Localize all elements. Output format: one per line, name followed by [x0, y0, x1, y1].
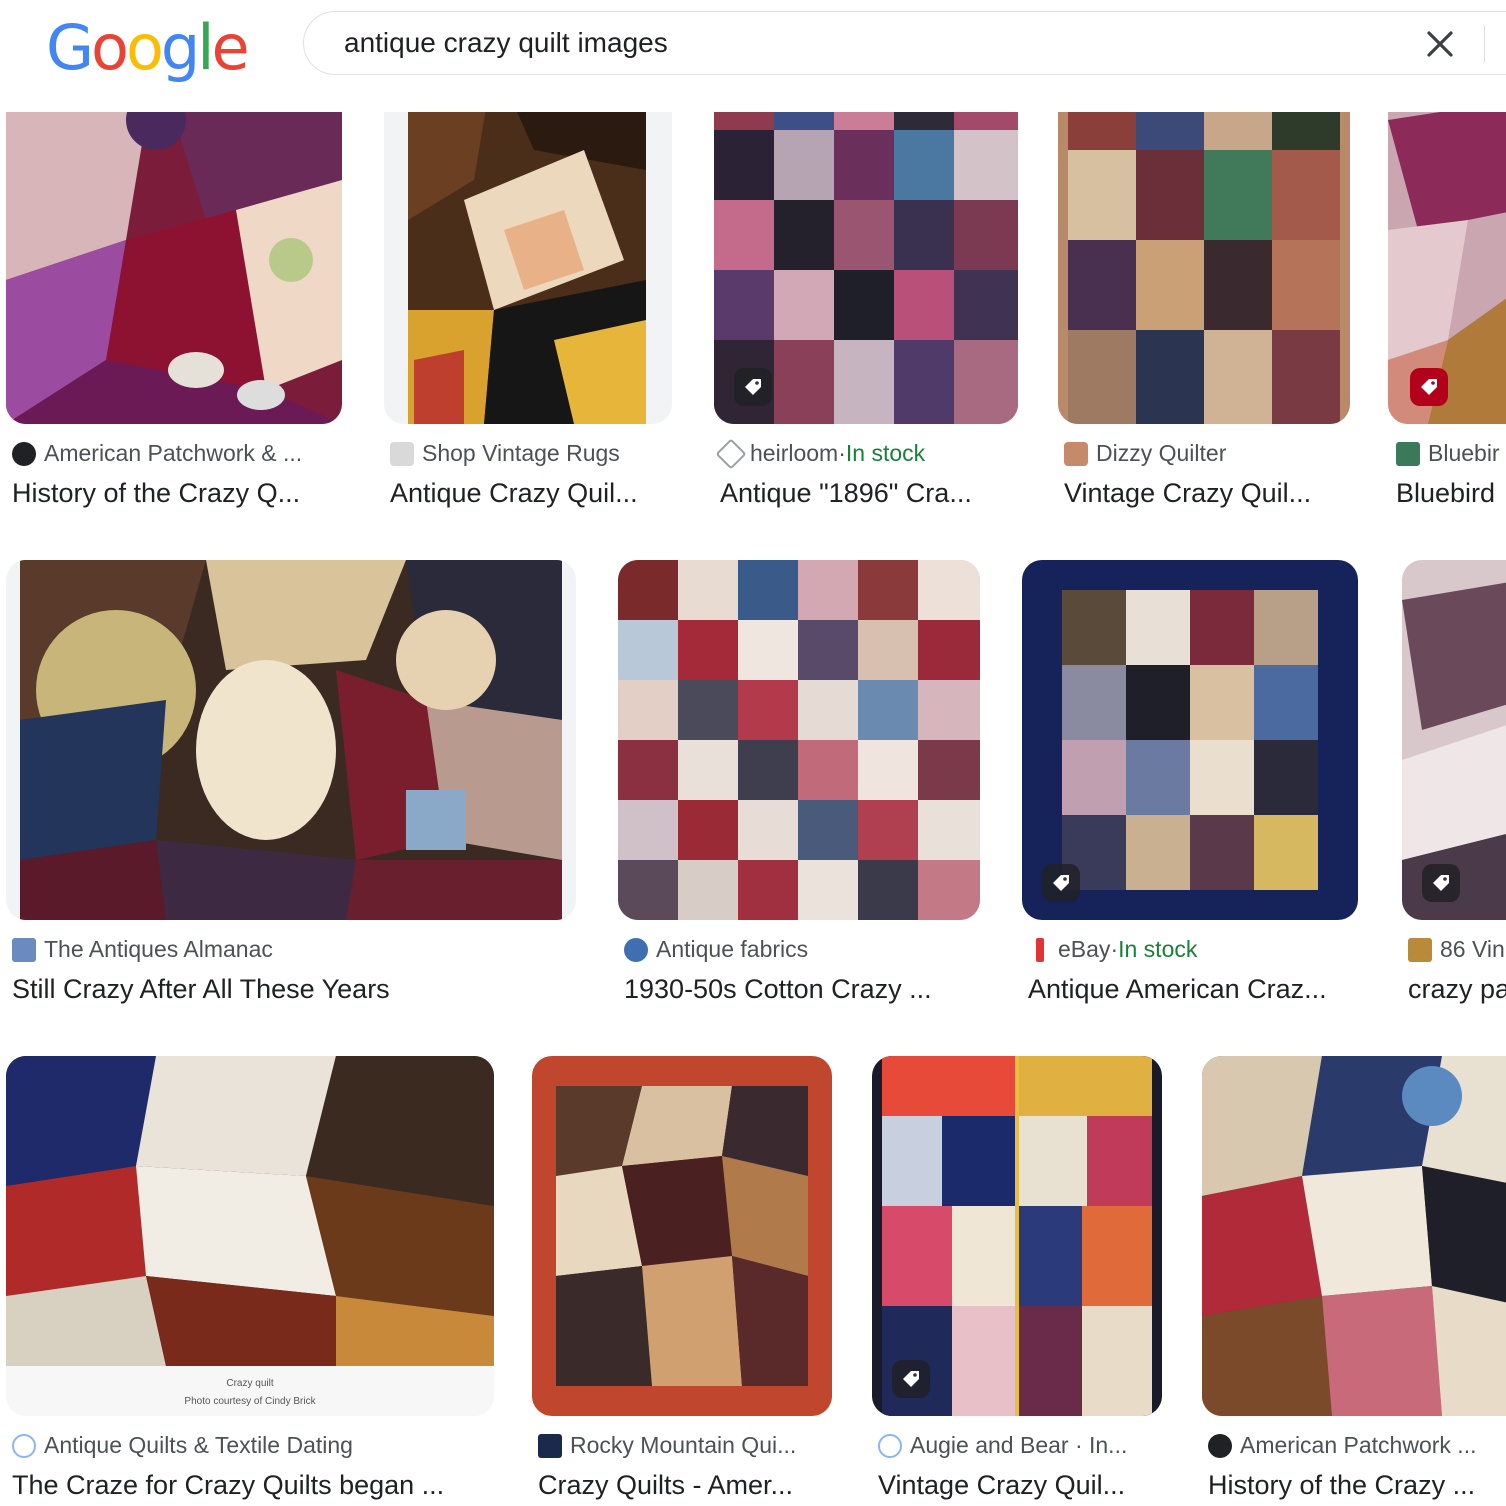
result-source[interactable]: American Patchwork ...	[1208, 1432, 1476, 1459]
favicon-icon	[12, 1433, 36, 1458]
result-title[interactable]: History of the Crazy Q...	[12, 478, 300, 509]
result-source[interactable]: Shop Vintage Rugs	[390, 440, 620, 467]
image-result[interactable]: The Antiques Almanac Still Crazy After A…	[6, 560, 578, 1020]
favicon-icon	[538, 1433, 562, 1458]
result-image[interactable]	[6, 60, 342, 424]
source-name: The Antiques Almanac	[44, 936, 273, 962]
image-caption-line2: Photo courtesy of Cindy Brick	[184, 1396, 316, 1407]
result-image[interactable]	[384, 60, 672, 424]
favicon-icon	[1208, 1433, 1232, 1458]
price-tag-icon	[1422, 864, 1460, 902]
result-title[interactable]: Antique Crazy Quil...	[390, 478, 638, 509]
source-name: Rocky Mountain Qui...	[570, 1432, 797, 1458]
result-title[interactable]: Antique "1896" Cra...	[720, 478, 972, 509]
result-title[interactable]: Bluebird	[1396, 478, 1495, 509]
source-separator: ·	[838, 440, 846, 466]
result-image[interactable]	[1058, 60, 1350, 424]
image-result[interactable]: American Patchwork ... History of the Cr…	[1202, 1056, 1506, 1506]
result-title[interactable]: The Craze for Crazy Quilts began ...	[12, 1470, 444, 1501]
result-source[interactable]: Rocky Mountain Qui...	[538, 1432, 796, 1459]
close-icon[interactable]	[1422, 26, 1458, 62]
result-title[interactable]: History of the Crazy ...	[1208, 1470, 1475, 1501]
search-box	[303, 11, 1506, 75]
result-image[interactable]	[1388, 60, 1506, 424]
favicon-icon	[1408, 937, 1432, 962]
result-image[interactable]	[1402, 560, 1506, 920]
result-source[interactable]: Antique fabrics	[624, 936, 808, 963]
result-source[interactable]: heirloom · In stock	[715, 437, 926, 470]
source-name: American Patchwork & ...	[44, 440, 303, 466]
result-image[interactable]	[1022, 560, 1358, 920]
header: Google	[0, 0, 1506, 112]
result-image[interactable]	[1202, 1056, 1506, 1416]
source-name: Dizzy Quilter	[1096, 440, 1227, 466]
result-image[interactable]: Crazy quilt Photo courtesy of Cindy Bric…	[6, 1056, 494, 1416]
result-image[interactable]	[618, 560, 980, 920]
favicon-icon	[1396, 441, 1420, 466]
image-result[interactable]: Crazy quilt Photo courtesy of Cindy Bric…	[6, 1056, 506, 1506]
result-source[interactable]: The Antiques Almanac	[12, 936, 273, 963]
stock-status: In stock	[845, 440, 926, 466]
result-title[interactable]: Crazy Quilts - Amer...	[538, 1470, 793, 1501]
result-source[interactable]: Dizzy Quilter	[1064, 440, 1226, 467]
result-title[interactable]: Vintage Crazy Quil...	[1064, 478, 1311, 509]
source-name: 86 Vin	[1440, 936, 1505, 962]
favicon-icon	[390, 441, 414, 466]
google-logo[interactable]: Google	[46, 12, 250, 84]
price-tag-icon	[892, 1360, 930, 1398]
source-name: Augie and Bear · In...	[910, 1432, 1128, 1458]
image-result[interactable]: eBay · In stock Antique American Craz...	[1022, 560, 1372, 1020]
favicon-icon	[624, 937, 648, 962]
image-result[interactable]: Dizzy Quilter Vintage Crazy Quil...	[1058, 60, 1358, 520]
source-name: Antique Quilts & Textile Dating	[44, 1432, 353, 1458]
result-source[interactable]: 86 Vin	[1408, 936, 1505, 963]
image-caption-line1: Crazy quilt	[226, 1378, 273, 1389]
result-image[interactable]	[532, 1056, 832, 1416]
price-tag-icon	[734, 368, 772, 406]
image-result[interactable]: Rocky Mountain Qui... Crazy Quilts - Ame…	[532, 1056, 842, 1506]
price-tag-icon	[1042, 864, 1080, 902]
favicon-icon	[878, 1433, 902, 1458]
result-title[interactable]: crazy pa	[1408, 974, 1506, 1005]
favicon-icon	[12, 937, 36, 962]
image-result[interactable]: heirloom · In stock Antique "1896" Cra..…	[714, 60, 1034, 520]
favicon-icon	[715, 437, 747, 470]
source-separator: ·	[1110, 936, 1119, 962]
result-source[interactable]: Augie and Bear · In...	[878, 1432, 1127, 1459]
source-name: Shop Vintage Rugs	[422, 440, 620, 466]
image-result[interactable]: 86 Vin crazy pa	[1402, 560, 1506, 1020]
source-name: Antique fabrics	[656, 936, 809, 962]
source-name: eBay	[1058, 936, 1111, 962]
result-image[interactable]	[6, 560, 576, 920]
result-title[interactable]: Antique American Craz...	[1028, 974, 1327, 1005]
result-title[interactable]: Still Crazy After All These Years	[12, 974, 390, 1005]
result-image[interactable]	[714, 60, 1018, 424]
result-title[interactable]: 1930-50s Cotton Crazy ...	[624, 974, 932, 1005]
source-name: heirloom	[750, 440, 839, 466]
source-name: American Patchwork ...	[1240, 1432, 1477, 1458]
image-result[interactable]: Augie and Bear · In... Vintage Crazy Qui…	[872, 1056, 1172, 1506]
search-input[interactable]	[344, 20, 1384, 66]
result-source[interactable]: Antique Quilts & Textile Dating	[12, 1432, 353, 1459]
result-image[interactable]	[872, 1056, 1162, 1416]
favicon-icon	[1036, 937, 1044, 962]
search-divider	[1484, 26, 1485, 62]
stock-status: In stock	[1118, 936, 1198, 962]
price-tag-icon	[1410, 368, 1448, 406]
result-source[interactable]: Bluebir	[1396, 440, 1500, 467]
image-result[interactable]: Bluebir Bluebird	[1388, 60, 1506, 520]
result-title[interactable]: Vintage Crazy Quil...	[878, 1470, 1125, 1501]
source-name: Bluebir	[1428, 440, 1500, 466]
image-result[interactable]: Shop Vintage Rugs Antique Crazy Quil...	[384, 60, 684, 520]
favicon-icon	[1064, 441, 1088, 466]
result-source[interactable]: eBay · In stock	[1028, 936, 1197, 963]
result-source[interactable]: American Patchwork & ...	[12, 440, 302, 467]
favicon-icon	[12, 441, 36, 466]
image-result[interactable]: American Patchwork & ... History of the …	[6, 60, 346, 520]
image-result[interactable]: Antique fabrics 1930-50s Cotton Crazy ..…	[618, 560, 988, 1020]
